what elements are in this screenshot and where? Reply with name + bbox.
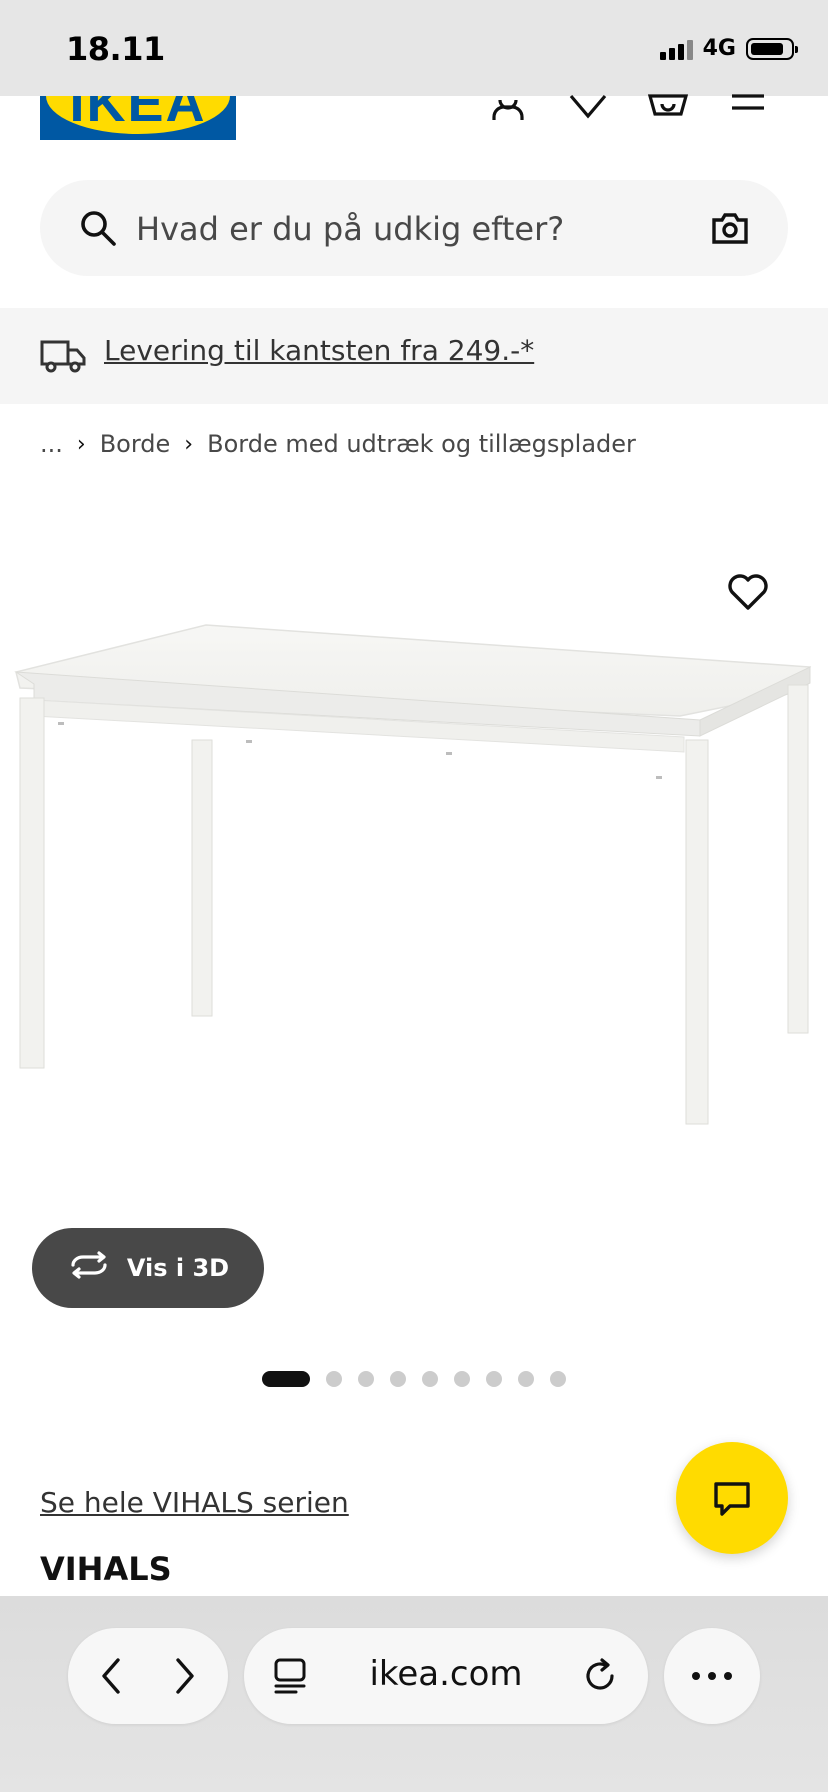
- product-name: VIHALS: [40, 1550, 172, 1588]
- chat-icon: [714, 1482, 750, 1516]
- logo-text: IKEA: [69, 96, 207, 133]
- chevron-right-icon: ›: [76, 431, 86, 457]
- truck-icon: [40, 336, 86, 376]
- status-indicators: 4G: [659, 36, 798, 61]
- search-bar[interactable]: Hvad er du på udkig efter?: [40, 180, 788, 276]
- breadcrumb-item-extendable-tables[interactable]: Borde med udtræk og tillægsplader: [207, 430, 636, 458]
- delivery-banner: Levering til kantsten fra 249.-*: [0, 308, 828, 404]
- view-3d-label: Vis i 3D: [126, 1254, 230, 1282]
- breadcrumb-item-borde[interactable]: Borde: [100, 430, 171, 458]
- carousel-dot[interactable]: [326, 1371, 342, 1387]
- breadcrumb: ... › Borde › Borde med udtræk og tillæg…: [40, 430, 636, 458]
- favorite-heart-icon[interactable]: [726, 570, 770, 614]
- carousel-dot[interactable]: [358, 1371, 374, 1387]
- carousel-dot[interactable]: [486, 1371, 502, 1387]
- chat-button[interactable]: [676, 1442, 788, 1554]
- reload-icon[interactable]: [580, 1656, 620, 1701]
- browser-toolbar: ikea.com: [0, 1596, 828, 1792]
- network-type: 4G: [702, 36, 736, 61]
- breadcrumb-ellipsis[interactable]: ...: [40, 430, 63, 458]
- user-icon[interactable]: [488, 82, 528, 122]
- more-dots-icon: [688, 1666, 736, 1691]
- carousel-dot[interactable]: [454, 1371, 470, 1387]
- rotate-3d-icon: [67, 1250, 111, 1286]
- carousel-dot[interactable]: [518, 1371, 534, 1387]
- status-time: 18.11: [66, 30, 165, 68]
- battery-icon: [746, 37, 798, 60]
- forward-icon[interactable]: [164, 1656, 204, 1701]
- carousel-dot[interactable]: [422, 1371, 438, 1387]
- carousel-dot[interactable]: [390, 1371, 406, 1387]
- basket-icon[interactable]: [647, 82, 689, 122]
- product-image[interactable]: [0, 540, 828, 1260]
- delivery-link[interactable]: Levering til kantsten fra 249.-*: [104, 334, 534, 367]
- menu-icon[interactable]: [728, 82, 768, 122]
- carousel-dot-active[interactable]: [262, 1371, 310, 1387]
- view-3d-button[interactable]: Vis i 3D: [32, 1228, 264, 1308]
- image-carousel-indicator: [262, 1371, 566, 1387]
- series-link[interactable]: Se hele VIHALS serien: [40, 1486, 349, 1519]
- camera-icon[interactable]: [710, 208, 750, 248]
- back-icon[interactable]: [92, 1656, 132, 1701]
- carousel-dot[interactable]: [550, 1371, 566, 1387]
- more-button[interactable]: [664, 1628, 760, 1724]
- heart-icon[interactable]: [568, 82, 608, 122]
- chevron-right-icon: ›: [184, 431, 194, 457]
- signal-icon: [659, 38, 693, 60]
- navigation-pill: [68, 1628, 228, 1724]
- status-bar: 18.11 4G: [0, 0, 828, 96]
- ikea-logo[interactable]: IKEA: [40, 96, 236, 140]
- address-bar[interactable]: ikea.com: [244, 1628, 648, 1724]
- search-placeholder: Hvad er du på udkig efter?: [136, 210, 565, 248]
- search-icon: [78, 208, 118, 248]
